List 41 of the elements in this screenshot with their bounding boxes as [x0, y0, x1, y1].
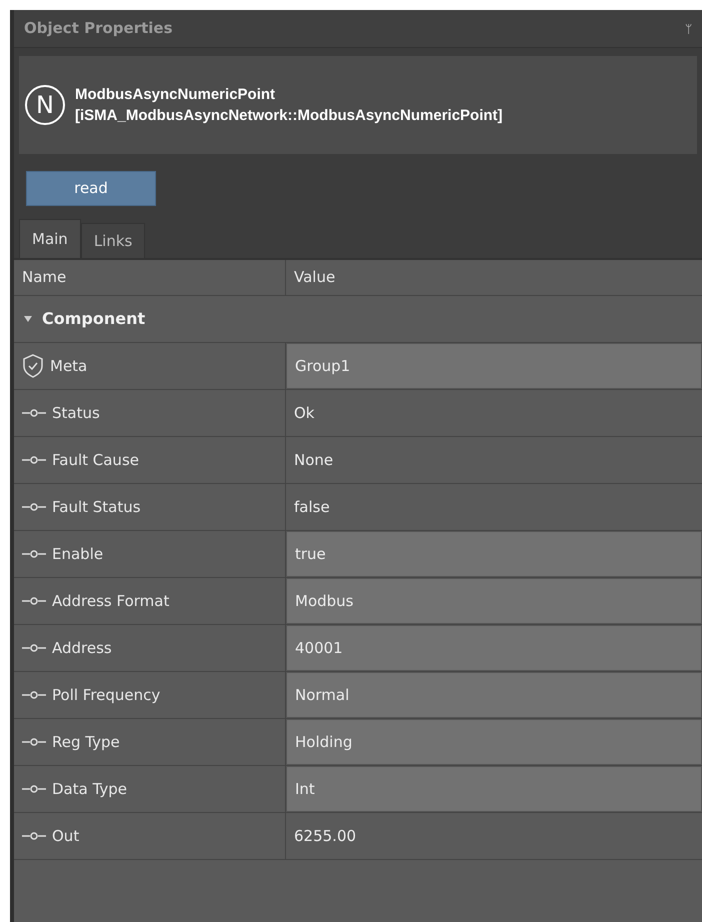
value-field[interactable]: true — [286, 531, 702, 577]
property-name: Data Type — [52, 778, 128, 800]
property-name: Out — [52, 826, 80, 847]
caret-icon[interactable] — [24, 316, 32, 322]
value-field[interactable]: 40001 — [286, 625, 702, 671]
component-name: ModbusAsyncNumericPoint — [75, 85, 276, 105]
tab[interactable]: Main — [19, 219, 81, 258]
property-name: Poll Frequency — [52, 684, 160, 706]
property-name: Enable — [52, 544, 104, 565]
slot-connector-icon — [22, 408, 46, 418]
slot-connector-icon — [22, 737, 46, 747]
shield-check-icon — [22, 354, 44, 378]
tab[interactable]: Links — [80, 223, 146, 258]
property-name: Meta — [50, 356, 88, 377]
value-field[interactable]: Group1 — [286, 343, 702, 389]
property-name: Reg Type — [52, 732, 120, 753]
slot-connector-icon — [22, 502, 46, 512]
property-name: Address Format — [52, 590, 170, 612]
slot-connector-icon — [22, 690, 46, 700]
value-field[interactable]: Int — [286, 766, 702, 812]
read-button[interactable]: read — [26, 171, 156, 206]
property-name: Address — [52, 638, 112, 659]
slot-connector-icon — [22, 596, 46, 606]
panel-title: Object Properties — [24, 18, 173, 40]
column-header: Value — [293, 267, 336, 288]
property-name: Fault Cause — [52, 450, 139, 471]
property-name: Status — [52, 402, 100, 424]
component-type: [iSMA_ModbusAsyncNetwork::ModbusAsyncNumericPoint] — [75, 106, 503, 126]
slot-connector-icon — [22, 643, 46, 653]
value-field[interactable]: Holding — [286, 719, 702, 765]
slot-connector-icon — [22, 784, 46, 794]
slot-connector-icon — [22, 831, 46, 841]
value-field[interactable]: Modbus — [286, 578, 702, 624]
node-icon: N — [25, 85, 65, 125]
pin-button[interactable]: ᛘ — [685, 20, 692, 38]
column-header: Name — [14, 260, 286, 295]
group-label: Component — [42, 308, 146, 330]
slot-connector-icon — [22, 455, 46, 465]
slot-connector-icon — [22, 549, 46, 559]
property-name: Fault Status — [52, 496, 141, 518]
value-field[interactable]: Normal — [286, 672, 702, 718]
